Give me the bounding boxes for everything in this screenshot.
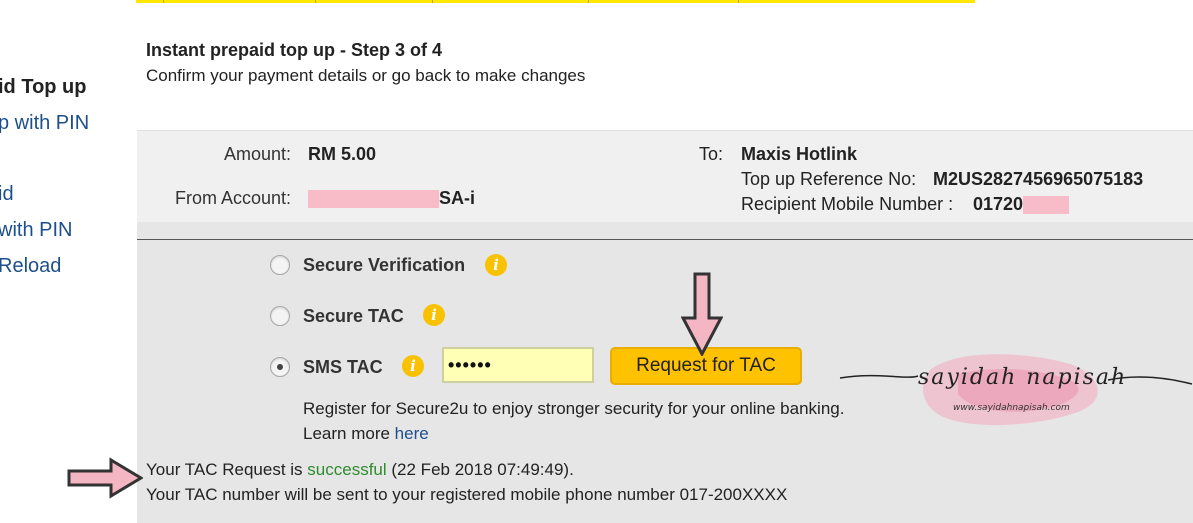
info-icon[interactable]: i bbox=[485, 254, 507, 276]
watermark-text: sayidah napisah bbox=[918, 365, 1128, 390]
secure-verification-label[interactable]: Secure Verification bbox=[303, 255, 465, 276]
watermark-url: www.sayidahnapisah.com bbox=[953, 403, 1070, 413]
to-label: To: bbox=[699, 144, 724, 164]
sidebar-item-with-pin[interactable]: with PIN bbox=[0, 219, 72, 242]
sms-tac-radio[interactable] bbox=[270, 357, 290, 377]
sidebar-item-reload[interactable]: Reload bbox=[0, 255, 61, 278]
page-subtitle: Confirm your payment details or go back … bbox=[146, 66, 586, 85]
learn-more-link[interactable]: here bbox=[395, 424, 429, 443]
amount-label: Amount: bbox=[223, 144, 291, 164]
redaction-mask bbox=[1023, 196, 1070, 215]
payment-details-panel: Amount: RM 5.00 From Account: SA-i To: M… bbox=[137, 130, 1193, 222]
sidebar-item-postpaid[interactable]: id bbox=[0, 183, 14, 206]
from-account-value: SA-i bbox=[308, 188, 475, 209]
success-status: successful bbox=[307, 460, 387, 479]
down-arrow-annotation bbox=[681, 272, 723, 356]
tac-delivery-message: Your TAC number will be sent to your reg… bbox=[146, 485, 788, 504]
info-icon[interactable]: i bbox=[423, 304, 445, 326]
amount-value: RM 5.00 bbox=[308, 144, 377, 164]
register-secure2u-text: Register for Secure2u to enjoy stronger … bbox=[303, 399, 845, 418]
to-value: Maxis Hotlink bbox=[741, 144, 858, 164]
right-arrow-annotation bbox=[67, 457, 143, 499]
page-title: Instant prepaid top up - Step 3 of 4 bbox=[146, 40, 443, 60]
secure-tac-radio[interactable] bbox=[270, 306, 290, 326]
secure-tac-label[interactable]: Secure TAC bbox=[303, 306, 404, 327]
learn-more-text: Learn more here bbox=[303, 424, 429, 443]
ref-label: Top up Reference No: bbox=[741, 169, 917, 189]
recipient-label: Recipient Mobile Number : bbox=[741, 194, 954, 214]
sms-tac-label[interactable]: SMS TAC bbox=[303, 357, 383, 378]
tac-success-message: Your TAC Request is successful (22 Feb 2… bbox=[146, 460, 574, 479]
ref-value: M2US2827456965075183 bbox=[933, 169, 1144, 189]
main-content: Instant prepaid top up - Step 3 of 4 Con… bbox=[137, 0, 1193, 523]
redaction-mask bbox=[308, 190, 439, 209]
info-icon[interactable]: i bbox=[402, 355, 424, 377]
sidebar-item-prepaid-top-up[interactable]: id Top up bbox=[0, 76, 87, 99]
sidebar: id Top up p with PIN id with PIN Reload bbox=[0, 0, 136, 523]
tac-input[interactable]: •••••• bbox=[442, 347, 594, 383]
divider bbox=[137, 239, 1193, 240]
secure-verification-radio[interactable] bbox=[270, 255, 290, 275]
from-account-label: From Account: bbox=[174, 188, 291, 208]
sidebar-item-top-up-with-pin[interactable]: p with PIN bbox=[0, 112, 89, 135]
recipient-value: 01720 bbox=[973, 194, 1070, 215]
